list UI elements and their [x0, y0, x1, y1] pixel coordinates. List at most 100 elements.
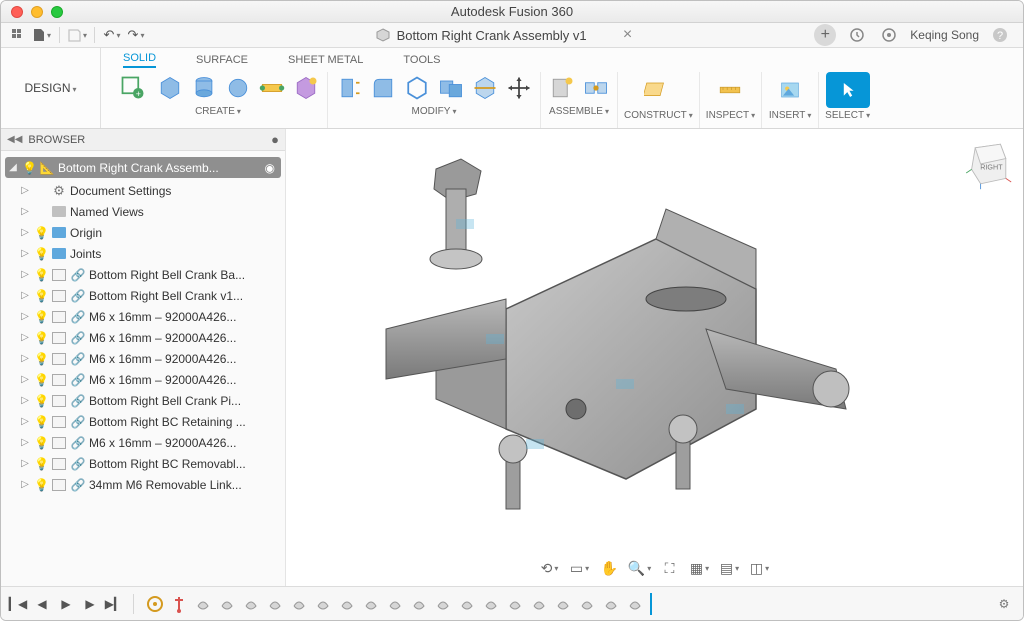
insert-button[interactable] [768, 72, 812, 108]
timeline-feature[interactable] [168, 593, 190, 615]
create-sketch-button[interactable]: + [115, 72, 151, 104]
press-pull-button[interactable] [334, 72, 364, 104]
timeline-feature[interactable] [264, 593, 286, 615]
tab-tools[interactable]: TOOLS [403, 54, 440, 68]
timeline-feature[interactable] [504, 593, 526, 615]
tab-solid[interactable]: SOLID [123, 52, 156, 68]
viewport-button[interactable]: ◫ [749, 558, 771, 578]
tree-item[interactable]: ▷·Named Views [1, 201, 285, 222]
orbit-button[interactable]: ⟲ [539, 558, 561, 578]
tree-item[interactable]: ▷💡🔗34mm M6 Removable Link... [1, 474, 285, 495]
timeline-feature[interactable] [432, 593, 454, 615]
document-tab[interactable]: Bottom Right Crank Assembly v1 × [149, 27, 812, 43]
fit-button[interactable]: ⛶ [659, 558, 681, 578]
fillet-button[interactable] [368, 72, 398, 104]
undo-button[interactable]: ↶ [101, 25, 123, 45]
tree-root[interactable]: ◢💡📐Bottom Right Crank Assemb...◉ [5, 157, 281, 178]
modify-dropdown[interactable]: MODIFY [412, 106, 457, 117]
close-tab-button[interactable]: × [623, 26, 632, 44]
joint-button[interactable] [581, 72, 611, 104]
tree-item[interactable]: ▷💡🔗Bottom Right BC Removabl... [1, 453, 285, 474]
timeline-feature[interactable] [576, 593, 598, 615]
timeline-feature[interactable] [312, 593, 334, 615]
extensions-button[interactable] [846, 24, 868, 46]
timeline-feature[interactable] [480, 593, 502, 615]
timeline-feature[interactable] [552, 593, 574, 615]
tab-surface[interactable]: SURFACE [196, 54, 248, 68]
help-button[interactable]: ? [989, 24, 1011, 46]
tree-item[interactable]: ▷💡🔗M6 x 16mm – 92000A426... [1, 327, 285, 348]
select-dropdown[interactable]: SELECT [825, 110, 870, 121]
shell-button[interactable] [402, 72, 432, 104]
tree-item[interactable]: ▷💡🔗M6 x 16mm – 92000A426... [1, 432, 285, 453]
redo-button[interactable]: ↷ [125, 25, 147, 45]
tree-item[interactable]: ▷·⚙Document Settings [1, 180, 285, 201]
workspace-switcher[interactable]: DESIGN [16, 75, 84, 101]
model-canvas[interactable]: RIGHT ⟲ ▭ ✋ 🔍 ⛶ ▦ ▤ ◫ [286, 129, 1023, 586]
create-derive-button[interactable] [291, 72, 321, 104]
ribbon-group-create: + CREATE [109, 72, 328, 128]
timeline-feature[interactable] [528, 593, 550, 615]
viewcube[interactable]: RIGHT [959, 137, 1013, 191]
file-menu-button[interactable] [31, 25, 53, 45]
new-component-button[interactable] [547, 72, 577, 104]
look-at-button[interactable]: ▭ [569, 558, 591, 578]
job-status-button[interactable] [878, 24, 900, 46]
timeline-end-button[interactable]: ▶▎ [105, 595, 123, 613]
timeline-feature[interactable] [336, 593, 358, 615]
tree-item[interactable]: ▷💡Origin [1, 222, 285, 243]
timeline-step-forward-button[interactable]: ▶ [81, 595, 99, 613]
grid-settings-button[interactable]: ▤ [719, 558, 741, 578]
select-button[interactable] [826, 72, 870, 108]
timeline-feature[interactable] [288, 593, 310, 615]
display-settings-button[interactable]: ▦ [689, 558, 711, 578]
tree-item[interactable]: ▷💡🔗Bottom Right BC Retaining ... [1, 411, 285, 432]
combine-button[interactable] [436, 72, 466, 104]
inspect-dropdown[interactable]: INSPECT [706, 110, 755, 121]
timeline-feature[interactable] [360, 593, 382, 615]
construct-dropdown[interactable]: CONSTRUCT [624, 110, 693, 121]
tree-item[interactable]: ▷💡🔗Bottom Right Bell Crank Pi... [1, 390, 285, 411]
assemble-dropdown[interactable]: ASSEMBLE [549, 106, 609, 117]
zoom-button[interactable]: 🔍 [629, 558, 651, 578]
new-design-button[interactable]: + [814, 24, 836, 46]
move-button[interactable] [504, 72, 534, 104]
tree-item[interactable]: ▷💡🔗Bottom Right Bell Crank v1... [1, 285, 285, 306]
tree-item[interactable]: ▷💡🔗M6 x 16mm – 92000A426... [1, 369, 285, 390]
tree-item[interactable]: ▷💡Joints [1, 243, 285, 264]
tree-item[interactable]: ▷💡🔗M6 x 16mm – 92000A426... [1, 348, 285, 369]
create-form-button[interactable] [257, 72, 287, 104]
timeline-feature[interactable] [144, 593, 166, 615]
timeline-step-back-button[interactable]: ◀ [33, 595, 51, 613]
timeline-feature[interactable] [192, 593, 214, 615]
save-button[interactable] [66, 25, 88, 45]
timeline-feature[interactable] [600, 593, 622, 615]
timeline-play-button[interactable]: ▶ [57, 595, 75, 613]
data-panel-button[interactable] [7, 25, 29, 45]
create-cylinder-button[interactable] [189, 72, 219, 104]
tree-item[interactable]: ▷💡🔗M6 x 16mm – 92000A426... [1, 306, 285, 327]
construct-plane-button[interactable] [636, 72, 680, 108]
timeline-feature[interactable] [240, 593, 262, 615]
timeline-settings-button[interactable]: ⚙ [995, 595, 1013, 613]
create-box-button[interactable] [155, 72, 185, 104]
timeline-feature[interactable] [216, 593, 238, 615]
tab-sheet-metal[interactable]: SHEET METAL [288, 54, 363, 68]
timeline-feature[interactable] [384, 593, 406, 615]
create-dropdown[interactable]: CREATE [195, 106, 241, 117]
insert-dropdown[interactable]: INSERT [769, 110, 812, 121]
timeline-feature[interactable] [456, 593, 478, 615]
svg-text:?: ? [997, 30, 1003, 42]
tree-item[interactable]: ▷💡🔗Bottom Right Bell Crank Ba... [1, 264, 285, 285]
user-name[interactable]: Keqing Song [910, 28, 979, 42]
browser-collapse-button[interactable]: ◀◀ [7, 134, 22, 145]
pan-button[interactable]: ✋ [599, 558, 621, 578]
timeline-feature[interactable] [408, 593, 430, 615]
browser-options-button[interactable]: ● [271, 132, 279, 147]
create-sphere-button[interactable] [223, 72, 253, 104]
split-body-button[interactable] [470, 72, 500, 104]
timeline-start-button[interactable]: ▎◀ [9, 595, 27, 613]
measure-button[interactable] [708, 72, 752, 108]
timeline-cursor[interactable] [650, 593, 652, 615]
timeline-feature[interactable] [624, 593, 646, 615]
